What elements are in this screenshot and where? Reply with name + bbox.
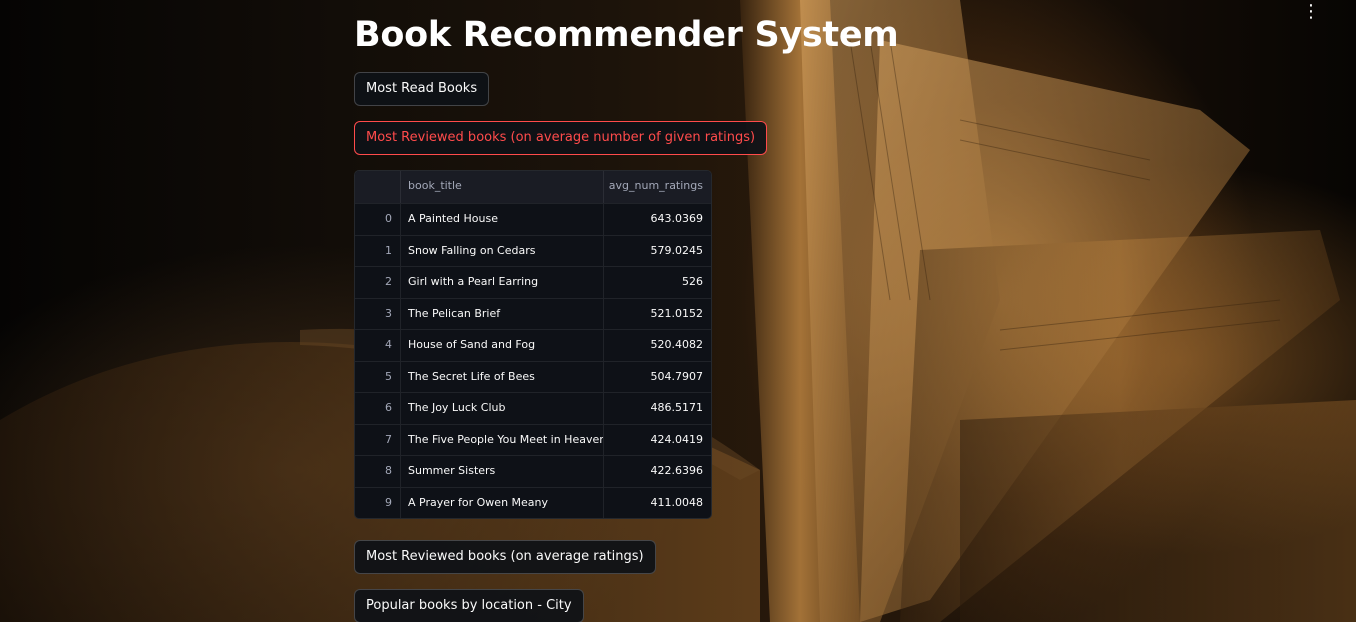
app-background: ⋮ Book Recommender System Most Read Book… xyxy=(0,0,1356,622)
avg-num-ratings-cell: 411.0048 xyxy=(650,495,704,509)
row-index: 5 xyxy=(355,361,401,392)
avg-num-ratings-cell: 526 xyxy=(682,275,703,288)
ratings-table[interactable]: book_title avg_num_ratings 0A Painted Ho… xyxy=(354,170,712,519)
table-row[interactable]: 6 The Joy Luck Club 486.5171 xyxy=(355,392,711,424)
table-body: 0A Painted House 643.0369 1 Snow Falling on… xyxy=(355,203,711,518)
book-title-cell: House of Sand and Fog xyxy=(401,330,604,361)
most-reviewed-avg-ratings-button[interactable]: Most Reviewed books (on average ratings) xyxy=(354,540,656,574)
row-index: 2 xyxy=(355,267,401,298)
book-title-cell: The Secret Life of Bees xyxy=(401,361,604,392)
main-menu-icon[interactable]: ⋮ xyxy=(1302,2,1320,20)
header-book-title[interactable]: book_title xyxy=(401,171,604,203)
avg-num-ratings-cell: 504.7907 xyxy=(650,369,704,383)
table-header-row: book_title avg_num_ratings xyxy=(355,171,711,203)
row-index: 0 xyxy=(355,204,401,235)
row-index: 7 xyxy=(355,424,401,455)
avg-num-ratings-cell: 422.6396 xyxy=(650,464,704,477)
avg-num-ratings-cell: 643.0369 xyxy=(650,212,704,225)
book-title-cell: The Joy Luck Club xyxy=(401,393,604,424)
row-index: 3 xyxy=(355,298,401,329)
table-row[interactable]: 8 Summer Sisters 422.6396 xyxy=(355,455,711,487)
book-title-cell: A Painted House xyxy=(401,204,604,235)
book-title-cell: Summer Sisters xyxy=(401,456,604,487)
table-row[interactable]: 3 The Pelican Brief 521.0152 xyxy=(355,297,711,329)
table-row[interactable]: 0A Painted House 643.0369 xyxy=(355,203,711,235)
row-index: 9 xyxy=(355,487,401,518)
main-content: Book Recommender System Most Read Books … xyxy=(354,0,994,622)
book-title-cell: The Pelican Brief xyxy=(401,298,604,329)
row-index: 6 xyxy=(355,393,401,424)
avg-num-ratings-cell: 520.4082 xyxy=(650,338,704,351)
table-row[interactable]: 2 Girl with a Pearl Earring 526 xyxy=(355,266,711,298)
table-row[interactable]: 7 The Five People You Meet in Heaven 424.0… xyxy=(355,423,711,455)
most-read-books-button[interactable]: Most Read Books xyxy=(354,72,490,106)
avg-num-ratings-cell: 424.0419 xyxy=(650,432,704,446)
popular-books-city-button[interactable]: Popular books by location - City xyxy=(354,589,584,622)
row-index: 4 xyxy=(355,330,401,361)
avg-num-ratings-cell: 486.5171 xyxy=(650,401,704,414)
avg-num-ratings-cell: 521.0152 xyxy=(650,306,704,320)
row-index: 1 xyxy=(355,235,401,266)
row-index: 8 xyxy=(355,456,401,487)
table-row[interactable]: 4 House of Sand and Fog 520.4082 xyxy=(355,329,711,361)
book-title-cell: A Prayer for Owen Meany xyxy=(401,487,604,518)
table-row[interactable]: 9A Prayer for Owen Meany 411.0048 xyxy=(355,486,711,518)
book-title-cell: Snow Falling on Cedars xyxy=(401,235,604,266)
header-avg-num-ratings[interactable]: avg_num_ratings xyxy=(604,171,711,203)
table-row[interactable]: 5 The Secret Life of Bees 504.7907 xyxy=(355,360,711,392)
table-row[interactable]: 1 Snow Falling on Cedars 579.0245 xyxy=(355,234,711,266)
book-title-cell: Girl with a Pearl Earring xyxy=(401,267,604,298)
page-title: Book Recommender System xyxy=(354,15,899,55)
header-index xyxy=(355,171,401,203)
most-reviewed-num-ratings-button[interactable]: Most Reviewed books (on average number o… xyxy=(354,121,768,155)
book-title-cell: The Five People You Meet in Heaven xyxy=(401,424,604,455)
avg-num-ratings-cell: 579.0245 xyxy=(650,243,704,257)
